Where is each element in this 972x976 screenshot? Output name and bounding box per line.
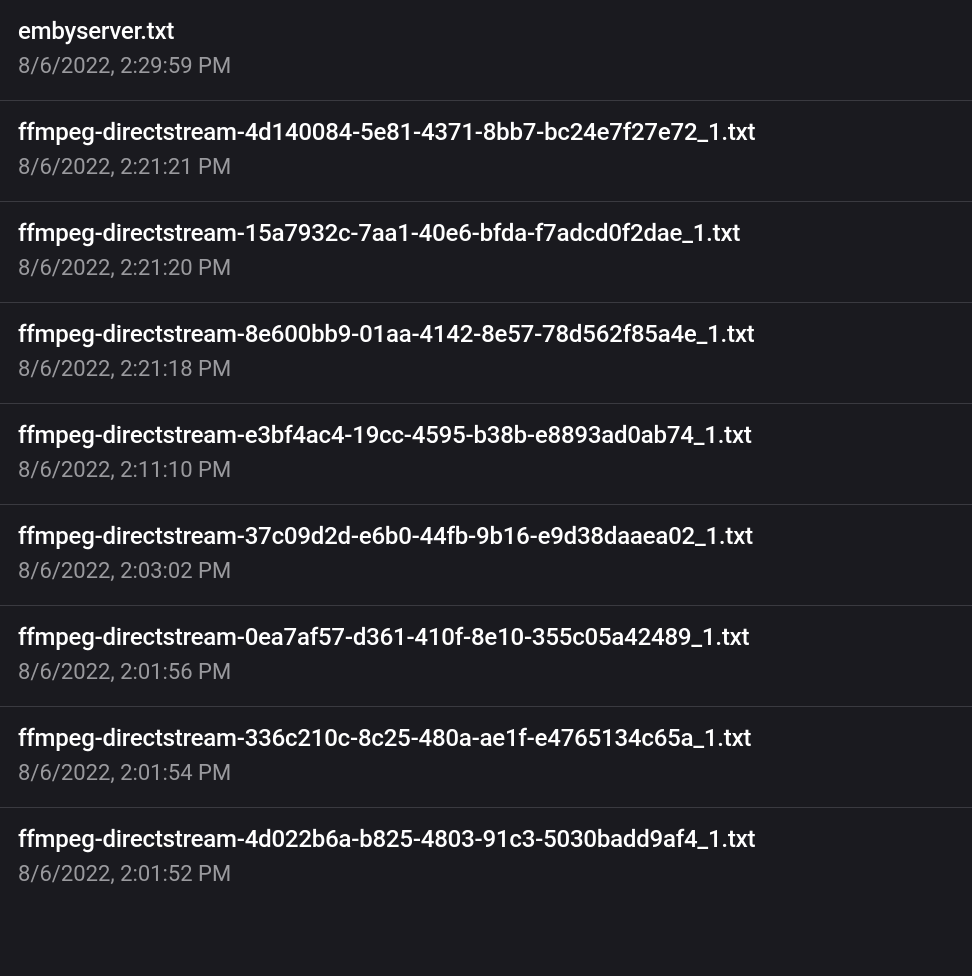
log-filename: embyserver.txt — [18, 15, 954, 47]
log-filename: ffmpeg-directstream-4d140084-5e81-4371-8… — [18, 116, 954, 148]
log-list: embyserver.txt 8/6/2022, 2:29:59 PM ffmp… — [0, 0, 972, 908]
log-filename: ffmpeg-directstream-15a7932c-7aa1-40e6-b… — [18, 217, 954, 249]
log-timestamp: 8/6/2022, 2:03:02 PM — [18, 558, 954, 587]
log-item[interactable]: ffmpeg-directstream-336c210c-8c25-480a-a… — [0, 707, 972, 808]
log-filename: ffmpeg-directstream-37c09d2d-e6b0-44fb-9… — [18, 520, 954, 552]
log-filename: ffmpeg-directstream-e3bf4ac4-19cc-4595-b… — [18, 419, 954, 451]
log-timestamp: 8/6/2022, 2:21:21 PM — [18, 154, 954, 183]
log-timestamp: 8/6/2022, 2:21:18 PM — [18, 356, 954, 385]
log-item[interactable]: ffmpeg-directstream-8e600bb9-01aa-4142-8… — [0, 303, 972, 404]
log-filename: ffmpeg-directstream-8e600bb9-01aa-4142-8… — [18, 318, 954, 350]
log-item[interactable]: ffmpeg-directstream-e3bf4ac4-19cc-4595-b… — [0, 404, 972, 505]
log-timestamp: 8/6/2022, 2:11:10 PM — [18, 457, 954, 486]
log-timestamp: 8/6/2022, 2:29:59 PM — [18, 53, 954, 82]
log-item[interactable]: ffmpeg-directstream-4d140084-5e81-4371-8… — [0, 101, 972, 202]
log-filename: ffmpeg-directstream-0ea7af57-d361-410f-8… — [18, 621, 954, 653]
log-timestamp: 8/6/2022, 2:01:54 PM — [18, 760, 954, 789]
log-timestamp: 8/6/2022, 2:01:56 PM — [18, 659, 954, 688]
log-filename: ffmpeg-directstream-4d022b6a-b825-4803-9… — [18, 823, 954, 855]
log-item[interactable]: ffmpeg-directstream-15a7932c-7aa1-40e6-b… — [0, 202, 972, 303]
log-item[interactable]: ffmpeg-directstream-37c09d2d-e6b0-44fb-9… — [0, 505, 972, 606]
log-timestamp: 8/6/2022, 2:21:20 PM — [18, 255, 954, 284]
log-timestamp: 8/6/2022, 2:01:52 PM — [18, 861, 954, 890]
log-item[interactable]: embyserver.txt 8/6/2022, 2:29:59 PM — [0, 0, 972, 101]
log-item[interactable]: ffmpeg-directstream-0ea7af57-d361-410f-8… — [0, 606, 972, 707]
log-item[interactable]: ffmpeg-directstream-4d022b6a-b825-4803-9… — [0, 808, 972, 908]
log-filename: ffmpeg-directstream-336c210c-8c25-480a-a… — [18, 722, 954, 754]
